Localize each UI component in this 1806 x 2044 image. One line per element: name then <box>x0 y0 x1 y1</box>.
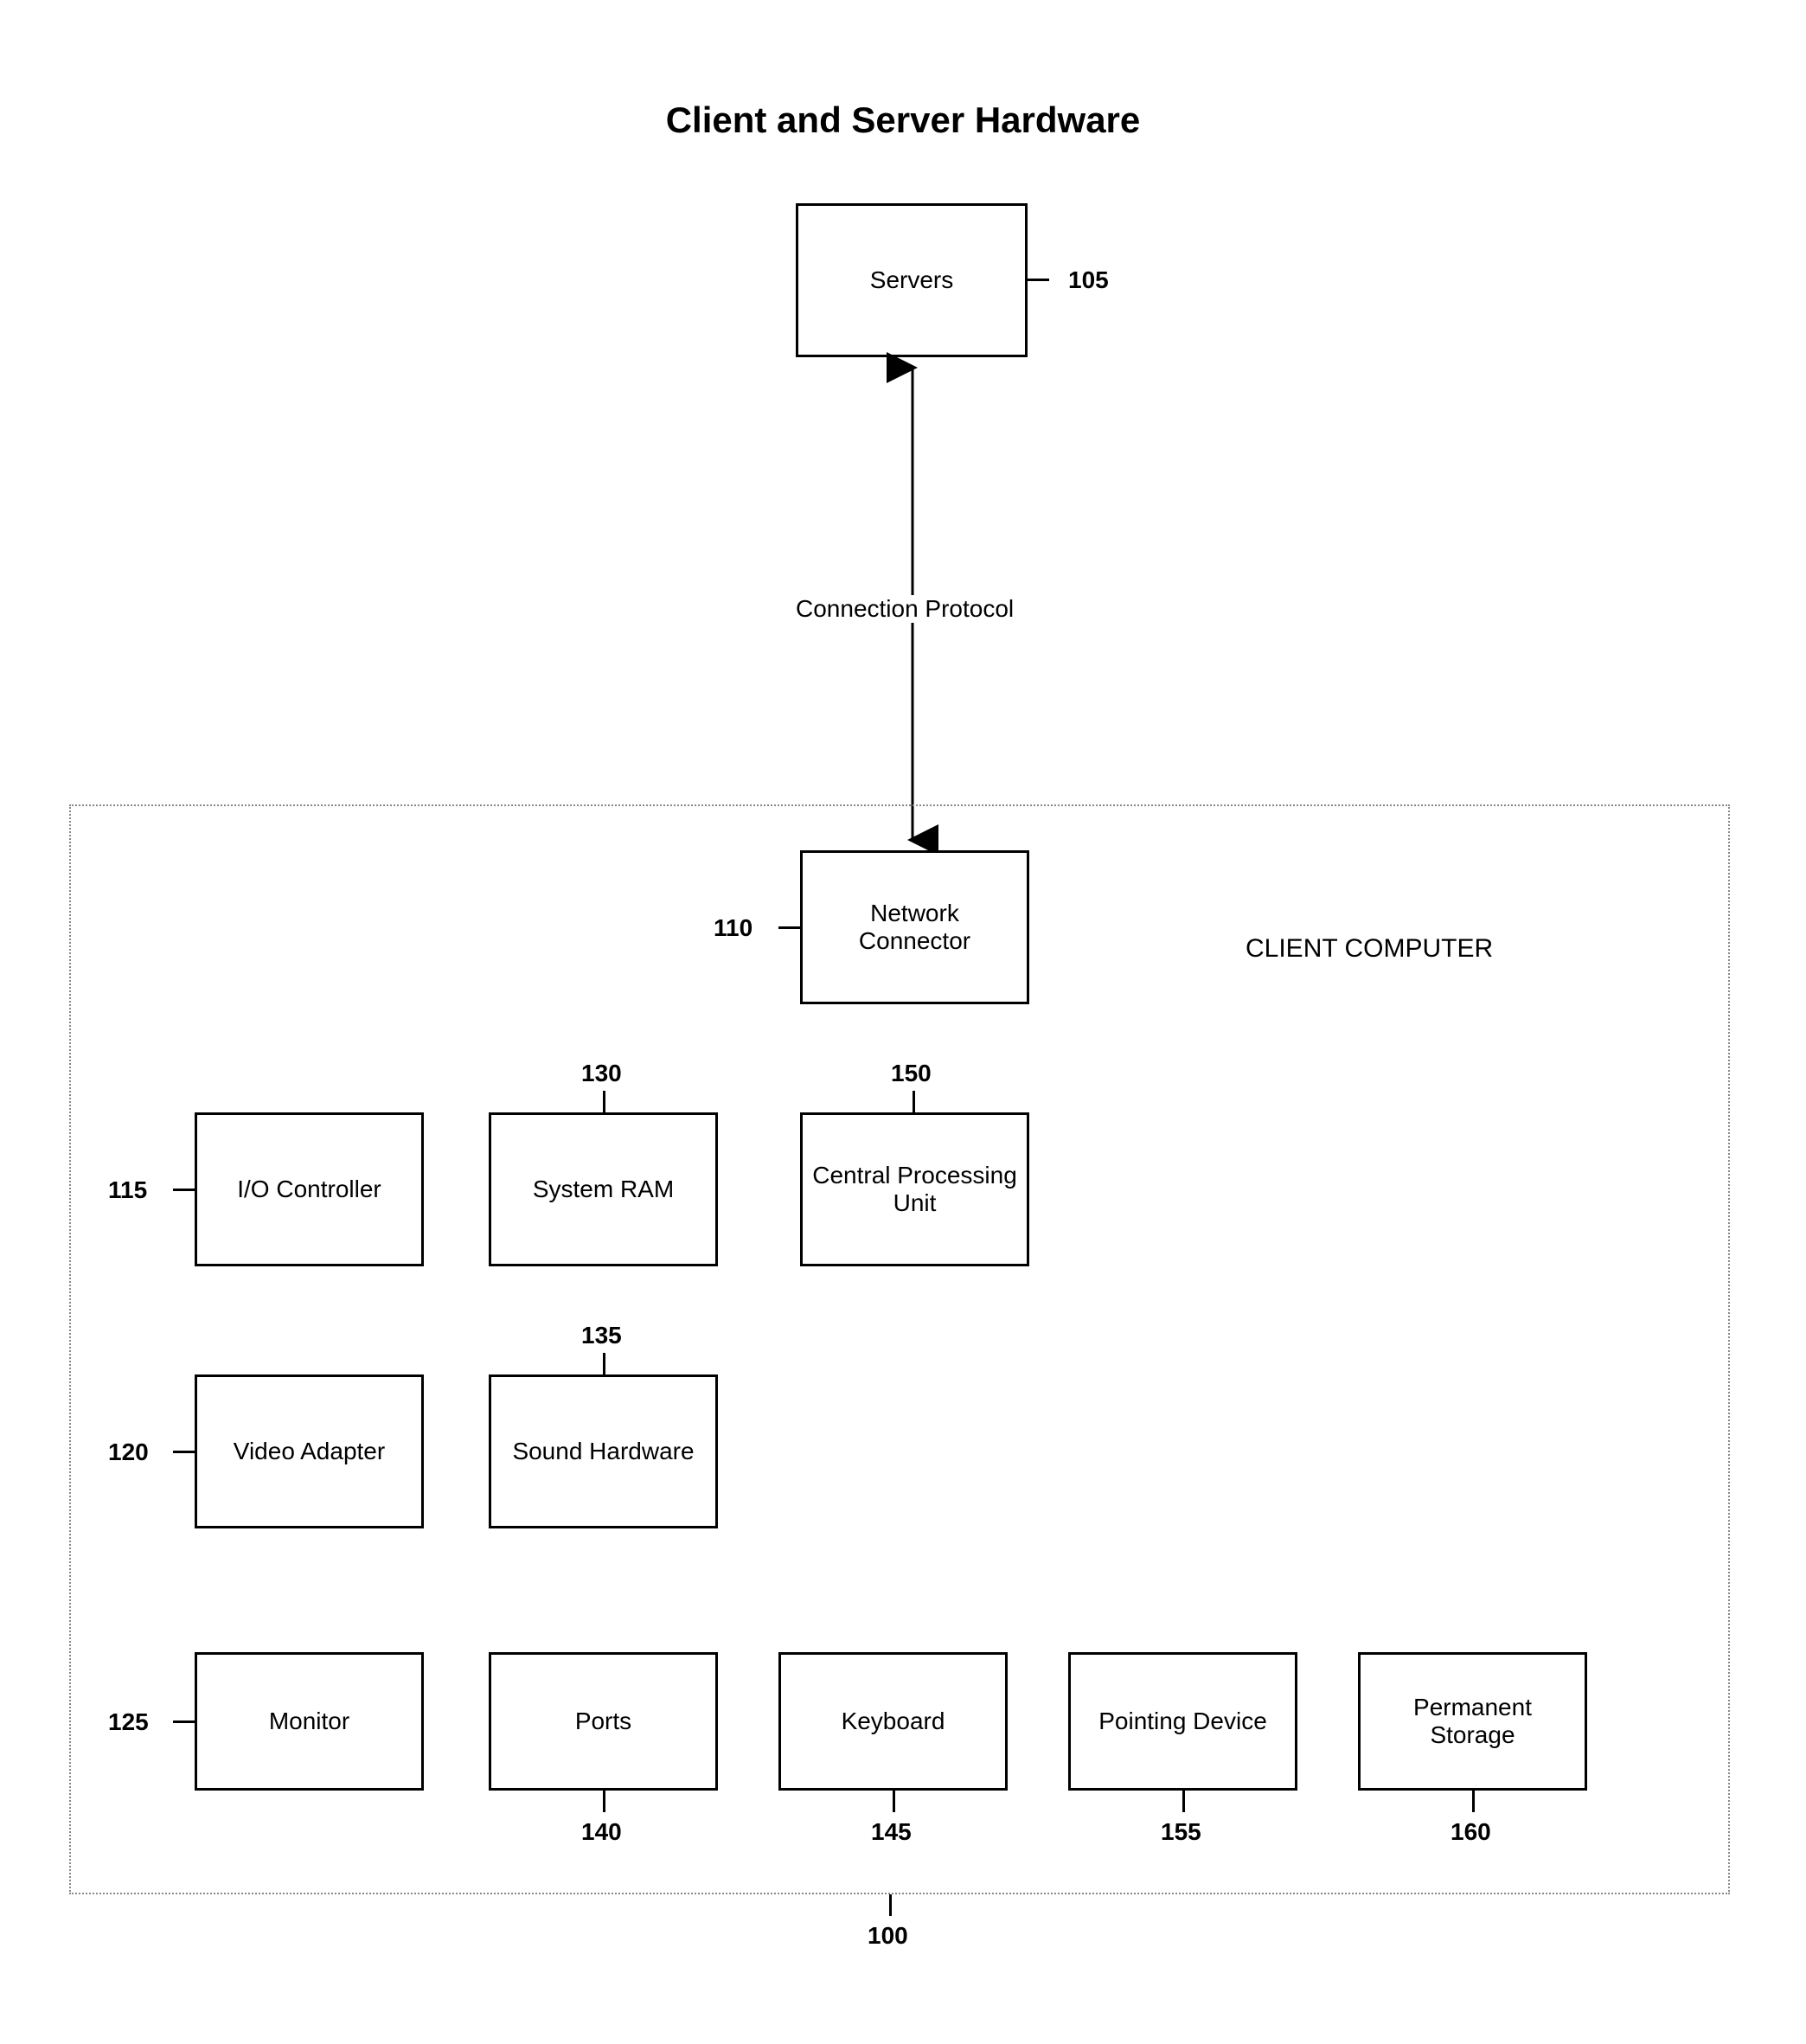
sound-hardware-ref: 135 <box>581 1322 622 1349</box>
keyboard-ref: 145 <box>871 1818 912 1846</box>
tick <box>603 1091 605 1112</box>
tick <box>913 1091 915 1112</box>
client-computer-label: CLIENT COMPUTER <box>1246 934 1493 964</box>
video-adapter-ref: 120 <box>108 1438 149 1466</box>
ports-box: Ports <box>489 1652 718 1791</box>
tick <box>173 1189 195 1191</box>
cpu-box: Central Processing Unit <box>800 1112 1029 1266</box>
tick <box>1028 279 1049 281</box>
io-controller-ref: 115 <box>108 1176 147 1204</box>
connection-protocol-label: Connection Protocol <box>789 595 1021 623</box>
servers-label: Servers <box>870 266 953 294</box>
monitor-label: Monitor <box>269 1708 349 1735</box>
system-ram-ref: 130 <box>581 1060 622 1087</box>
keyboard-label: Keyboard <box>842 1708 945 1735</box>
pointing-device-box: Pointing Device <box>1068 1652 1297 1791</box>
tick <box>603 1791 605 1812</box>
permanent-storage-ref: 160 <box>1451 1818 1491 1846</box>
tick <box>889 1894 892 1916</box>
monitor-box: Monitor <box>195 1652 424 1791</box>
system-ram-box: System RAM <box>489 1112 718 1266</box>
permanent-storage-label: Permanent Storage <box>1369 1694 1576 1749</box>
network-connector-box: Network Connector <box>800 850 1029 1004</box>
sound-hardware-box: Sound Hardware <box>489 1374 718 1528</box>
io-controller-box: I/O Controller <box>195 1112 424 1266</box>
network-connector-label: Network Connector <box>811 900 1018 955</box>
keyboard-box: Keyboard <box>778 1652 1008 1791</box>
tick <box>173 1720 195 1723</box>
tick <box>603 1353 605 1374</box>
cpu-label: Central Processing Unit <box>811 1162 1018 1217</box>
ports-label: Ports <box>575 1708 631 1735</box>
video-adapter-box: Video Adapter <box>195 1374 424 1528</box>
pointing-device-label: Pointing Device <box>1098 1708 1267 1735</box>
permanent-storage-box: Permanent Storage <box>1358 1652 1587 1791</box>
monitor-ref: 125 <box>108 1708 149 1736</box>
network-connector-ref: 110 <box>714 914 752 942</box>
tick <box>1472 1791 1475 1812</box>
cpu-ref: 150 <box>891 1060 932 1087</box>
pointing-device-ref: 155 <box>1161 1818 1201 1846</box>
tick <box>173 1451 195 1453</box>
ports-ref: 140 <box>581 1818 622 1846</box>
tick <box>1182 1791 1185 1812</box>
servers-box: Servers <box>796 203 1028 357</box>
servers-ref: 105 <box>1068 266 1109 294</box>
tick <box>893 1791 895 1812</box>
system-ram-label: System RAM <box>533 1176 674 1203</box>
sound-hardware-label: Sound Hardware <box>512 1438 694 1465</box>
video-adapter-label: Video Adapter <box>234 1438 385 1465</box>
tick <box>778 926 800 929</box>
client-frame-ref: 100 <box>868 1922 908 1950</box>
diagram-title: Client and Server Hardware <box>0 99 1806 141</box>
io-controller-label: I/O Controller <box>237 1176 381 1203</box>
